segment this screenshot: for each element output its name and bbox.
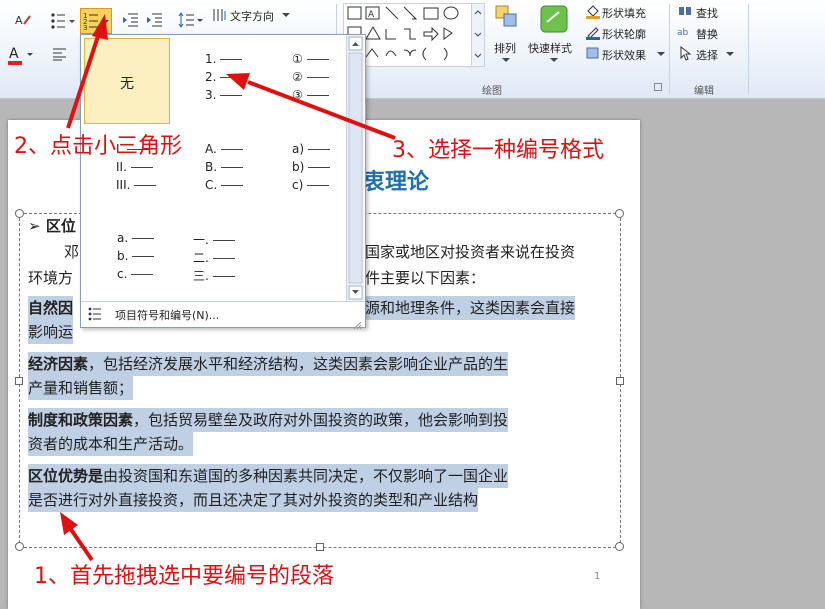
arrow-step2 [66,14,108,129]
annotation-step2: 2、点击小三角形 [14,134,182,159]
annotation-arrows [60,14,396,562]
annotation-step1: 1、首先拖拽选中要编号的段落 [34,564,334,589]
arrow-step3 [226,73,396,140]
annotation-step3: 3、选择一种编号格式 [392,138,604,163]
arrow-step1 [60,512,94,562]
